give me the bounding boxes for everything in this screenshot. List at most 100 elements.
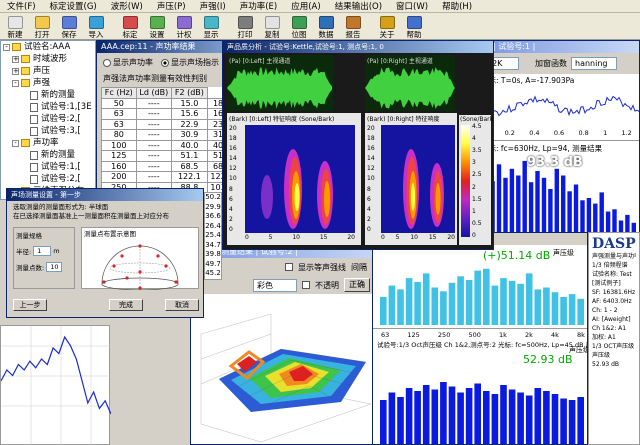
table-cell: 80	[101, 129, 137, 141]
menu-item[interactable]: 声强(I)	[193, 0, 233, 12]
menu-item[interactable]: 声压(P)	[150, 0, 193, 12]
tree-node[interactable]: 试验号:2,[	[1, 173, 95, 185]
menu-item[interactable]: 标定设置(G)	[43, 0, 104, 12]
tick-label: 10	[410, 234, 418, 241]
color-dropdown[interactable]: 彩色	[253, 278, 297, 292]
radio-power[interactable]: 显示声功率	[103, 57, 153, 68]
toolbar-button[interactable]: 新建	[2, 16, 28, 39]
checkbox-isolines[interactable]	[285, 263, 293, 271]
toolbar-button[interactable]: 标定	[117, 16, 143, 39]
table-row: 80----30.931.2	[101, 129, 238, 141]
tree-node[interactable]: + 声压	[1, 65, 95, 77]
measurement-setup-dialog[interactable]: 声场测量设置 - 第一步 选取测量的测量面形式为: 半球面 在已选择测量面基准上…	[6, 188, 204, 318]
left-spectrogram-panel[interactable]: (Bark) [0:Left] 特征响度 (Sone/Bark) 20 18 16 1…	[227, 113, 361, 245]
document-icon	[30, 150, 38, 160]
tick-label: 2	[472, 183, 476, 191]
right-spectrogram-panel[interactable]: (Bark) [0:Right] 特征响度 20 18 16 14 12 10 8 6 4 2 0 …	[365, 113, 457, 245]
third-octave-window[interactable]: 1/3 (Pa): Lp=103.0dB (+)51.14 dB 声压级 631…	[372, 232, 588, 445]
toolbar-button[interactable]: 计权	[171, 16, 197, 39]
tick-label: 3.5	[472, 147, 482, 155]
toolbar-button[interactable]: 显示	[198, 16, 224, 39]
toolbar-button[interactable]: 打开	[29, 16, 55, 39]
prev-button[interactable]: 上一步	[13, 299, 47, 311]
bar	[388, 285, 396, 325]
project-tree[interactable]: - 试验名:AAA + 时域波形 + 声压 - 声强 新的测量 试验号:1,[3E 试验号:2,[试…	[0, 40, 96, 200]
tree-node-label: 试验号:2,[	[41, 114, 81, 124]
tree-node[interactable]: 新的测量	[1, 149, 95, 161]
toolbar-button[interactable]: 数据	[313, 16, 339, 39]
folder-icon	[21, 67, 30, 75]
bar	[561, 175, 566, 239]
toolbar-button[interactable]: 报告	[340, 16, 366, 39]
tree-node-label: 声功率	[33, 138, 59, 148]
menu-item[interactable]: 窗口(W)	[389, 0, 435, 12]
tick-label: 14	[367, 155, 375, 163]
radius-input[interactable]: 1	[33, 246, 52, 256]
menu-item[interactable]: 应用(A)	[284, 0, 327, 12]
tree-node-label: 声强	[33, 78, 51, 88]
toolbar-button[interactable]: 帮助	[401, 16, 427, 39]
tree-node[interactable]: 试验号:1,[	[1, 161, 95, 173]
tick-label: 4	[229, 205, 233, 213]
tree-expander[interactable]: -	[3, 43, 10, 51]
right-waveform-panel[interactable]: (Pa) [0:Right] 主视通道	[365, 55, 455, 111]
tree-node[interactable]: - 声强	[1, 77, 95, 89]
spectrum-plot[interactable]: 光标: fc=630Hz, Lp=94, 测量结果 93.3 dB	[479, 140, 639, 239]
window-function-dropdown[interactable]: hanning	[571, 57, 617, 70]
radius-label: 半径:	[16, 248, 32, 256]
dialog-line-2: 在已选择测量面基准上一测量面积在测量面上对应分布	[13, 212, 169, 220]
toolbar-label: 计权	[176, 30, 192, 39]
tree-expander[interactable]: +	[12, 67, 19, 75]
waveform-plot[interactable]: 光标: T=0s, A=-17.903Pa 00.20.40.60.811.2	[479, 74, 639, 140]
tick-label: 20	[229, 125, 237, 132]
mid-spectrum-bars	[380, 268, 584, 325]
toolbar-button[interactable]: 导入	[83, 16, 109, 39]
tick-label: 2k	[525, 331, 533, 339]
dialog-title[interactable]: 声场测量设置 - 第一步	[7, 189, 203, 201]
tree-expander[interactable]: -	[12, 79, 19, 87]
toolbar-button[interactable]: 位图	[286, 16, 312, 39]
menu-item[interactable]: 声功率(E)	[233, 0, 285, 12]
tree-node[interactable]: - 试验名:AAA	[1, 41, 95, 53]
tick-label: 0	[245, 234, 249, 241]
tree-node-label: 试验号:3,[	[41, 126, 81, 136]
tree-node[interactable]: 试验号:1,[3E	[1, 101, 95, 113]
left-waveform-panel[interactable]: (Pa) [0:Left] 主视通道	[227, 55, 333, 111]
tree-node[interactable]: 试验号:3,[	[1, 125, 95, 137]
colorbar-panel: (Sone/Bark) 4.5 4 3.5 3 2.5 2 1.5 1 0.5 0	[459, 115, 493, 245]
bar	[440, 291, 447, 325]
radio-field[interactable]: 显示声场指示	[161, 57, 219, 68]
menu-item[interactable]: 文件(F)	[0, 0, 43, 12]
bar	[457, 276, 464, 325]
menu-item[interactable]: 结果输出(O)	[328, 0, 389, 12]
cancel-button[interactable]: 取消	[165, 299, 199, 311]
response-plot[interactable]	[0, 325, 111, 445]
menu-item[interactable]: 帮助(H)	[435, 0, 479, 12]
toolbar-button[interactable]: 关于	[374, 16, 400, 39]
side-value: 45.2	[205, 269, 221, 277]
menu-item[interactable]: 波形(W)	[104, 0, 150, 12]
sound-quality-window[interactable]: 声品质分析 - 试验号:Kettle,试验号:1, 测点号:1, 0 (Pa) …	[222, 40, 494, 250]
window-title[interactable]: 声品质分析 - 试验号:Kettle,试验号:1, 测点号:1, 0	[223, 41, 493, 53]
ok-button[interactable]: 正确	[344, 278, 370, 292]
tree-node[interactable]: 试验号:2,[	[1, 113, 95, 125]
toolbar-label: 新建	[7, 30, 23, 39]
toolbar-button[interactable]: 打印	[232, 16, 258, 39]
intensity-3d-surface[interactable]	[191, 294, 380, 444]
toolbar-button[interactable]: 复制	[259, 16, 285, 39]
tree-node[interactable]: + 时域波形	[1, 53, 95, 65]
tree-node[interactable]: - 声功率	[1, 137, 95, 149]
checkbox-opaque[interactable]	[302, 281, 310, 289]
tree-expander[interactable]: +	[12, 55, 19, 63]
toolbar-button[interactable]: 设置	[144, 16, 170, 39]
validity-table: Fc (Hz)Ld (dB)F2 (dB) 50----15.018.063--…	[101, 87, 238, 193]
points-input[interactable]: 10	[46, 262, 63, 272]
tree-node-label: 新的测量	[41, 90, 76, 100]
finish-button[interactable]: 完成	[109, 299, 143, 311]
tree-node[interactable]: 新的测量	[1, 89, 95, 101]
waveform-window[interactable]: | 试验号:1 | 32K 加窗函数 hanning 光标: T=0s, A=-…	[478, 40, 640, 240]
window-title[interactable]: | 试验号:1 |	[479, 41, 639, 53]
tree-expander[interactable]: -	[12, 139, 19, 147]
toolbar-button[interactable]: 保存	[56, 16, 82, 39]
radio-circle-selected	[161, 58, 169, 67]
